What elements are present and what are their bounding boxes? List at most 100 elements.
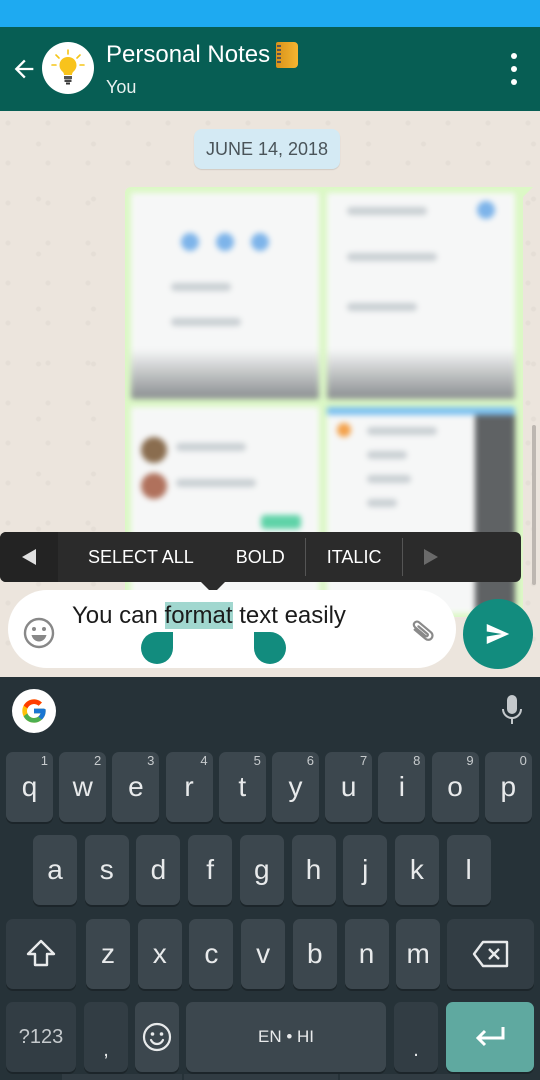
key-w[interactable]: w2: [59, 752, 107, 822]
key-label: z: [101, 938, 115, 969]
key-m[interactable]: m: [396, 919, 441, 989]
key-p[interactable]: p0: [484, 752, 532, 822]
period-key[interactable]: .: [394, 1002, 438, 1072]
attach-button[interactable]: [406, 616, 440, 650]
key-label: ?123: [18, 1025, 64, 1048]
key-k[interactable]: k: [394, 835, 439, 905]
selected-text: format: [164, 602, 233, 629]
key-c[interactable]: c: [189, 919, 234, 989]
key-label: p: [500, 771, 517, 802]
key-hint: 7: [359, 753, 368, 768]
date-chip: JUNE 14, 2018: [194, 129, 341, 169]
key-hint: 5: [253, 753, 261, 768]
selection-handle-start[interactable]: [141, 632, 173, 664]
key-v[interactable]: v: [241, 919, 286, 989]
backspace-key[interactable]: [447, 919, 534, 989]
input-text-after: text easily: [232, 602, 346, 629]
more-vertical-icon: [511, 53, 517, 59]
toolbar-prev-button[interactable]: [0, 532, 58, 582]
key-r[interactable]: r4: [165, 752, 213, 822]
status-bar: [0, 0, 540, 27]
chat-scrollbar[interactable]: [532, 425, 536, 585]
enter-icon: [475, 1027, 505, 1047]
symbols-key[interactable]: ?123: [6, 1002, 76, 1072]
key-n[interactable]: n: [344, 919, 389, 989]
input-text-before: You can: [72, 602, 165, 629]
key-h[interactable]: h: [291, 835, 336, 905]
keyboard-suggestion-bar: [0, 677, 540, 745]
back-button[interactable]: [8, 51, 40, 87]
key-q[interactable]: q1: [6, 752, 53, 822]
key-hint: 3: [147, 753, 155, 768]
key-y[interactable]: y6: [272, 752, 319, 822]
smiley-icon: [142, 1022, 172, 1052]
key-label: i: [398, 771, 405, 802]
google-button[interactable]: [12, 689, 56, 733]
key-hint: 1: [40, 753, 48, 768]
send-icon: [486, 624, 510, 644]
key-x[interactable]: x: [137, 919, 182, 989]
notebook-icon: [276, 42, 299, 68]
key-i[interactable]: i8: [378, 752, 426, 822]
text-selection-toolbar: SELECT ALL BOLD ITALIC: [0, 532, 521, 594]
backspace-icon: [472, 940, 508, 968]
enter-key[interactable]: [446, 1002, 534, 1072]
key-s[interactable]: s: [84, 835, 129, 905]
key-label: EN • HI: [257, 1027, 314, 1046]
key-label: x: [152, 938, 167, 969]
avatar[interactable]: [42, 42, 94, 94]
chat-title-text: Personal Notes: [106, 41, 271, 68]
bold-button[interactable]: BOLD: [216, 532, 305, 582]
space-key[interactable]: EN • HI: [186, 1002, 386, 1072]
keyboard-bottom-strip: [184, 1074, 338, 1080]
key-e[interactable]: e3: [112, 752, 160, 822]
triangle-right-icon: [424, 549, 439, 565]
lightbulb-icon: [51, 49, 85, 85]
key-label: w: [72, 771, 93, 802]
keyboard-bottom-strip: [340, 1074, 460, 1080]
key-hint: 9: [466, 753, 474, 768]
more-options-button[interactable]: [506, 53, 522, 85]
emoji-button[interactable]: [22, 616, 56, 650]
key-g[interactable]: g: [239, 835, 284, 905]
key-label: t: [238, 771, 247, 802]
key-o[interactable]: o9: [431, 752, 479, 822]
send-button[interactable]: [463, 599, 533, 669]
selection-handle-end[interactable]: [254, 632, 286, 664]
key-label: j: [362, 854, 369, 885]
key-hint: 8: [413, 753, 421, 768]
select-all-button[interactable]: SELECT ALL: [58, 532, 216, 582]
voice-input-button[interactable]: [500, 693, 524, 727]
emoji-key[interactable]: [135, 1002, 179, 1072]
key-label: q: [21, 771, 38, 802]
key-j[interactable]: j: [343, 835, 388, 905]
key-l[interactable]: l: [446, 835, 491, 905]
microphone-icon: [502, 695, 522, 724]
key-label: n: [358, 938, 375, 969]
key-label: g: [254, 854, 270, 885]
key-label: f: [206, 854, 214, 885]
key-label: u: [340, 771, 357, 802]
italic-button[interactable]: ITALIC: [306, 532, 403, 582]
message-input[interactable]: You can format text easily: [72, 600, 392, 632]
toolbar-next-button[interactable]: [403, 532, 459, 582]
chat-title[interactable]: Personal Notes: [106, 41, 299, 69]
key-label: k: [409, 854, 424, 885]
key-z[interactable]: z: [86, 919, 130, 989]
key-label: r: [184, 771, 194, 802]
key-f[interactable]: f: [188, 835, 233, 905]
keyboard-bottom-strip: [62, 1074, 182, 1080]
key-a[interactable]: a: [33, 835, 77, 905]
shift-icon: [26, 939, 56, 967]
shift-key[interactable]: [6, 919, 76, 989]
key-d[interactable]: d: [136, 835, 181, 905]
triangle-left-icon: [22, 549, 36, 565]
key-hint: 0: [519, 753, 527, 768]
key-hint: 4: [200, 753, 208, 768]
key-label: e: [128, 771, 144, 802]
key-u[interactable]: u7: [325, 752, 373, 822]
key-t[interactable]: t5: [218, 752, 266, 822]
chat-header: Personal Notes You: [0, 27, 540, 111]
key-b[interactable]: b: [292, 919, 337, 989]
comma-key[interactable]: ,: [84, 1002, 128, 1072]
